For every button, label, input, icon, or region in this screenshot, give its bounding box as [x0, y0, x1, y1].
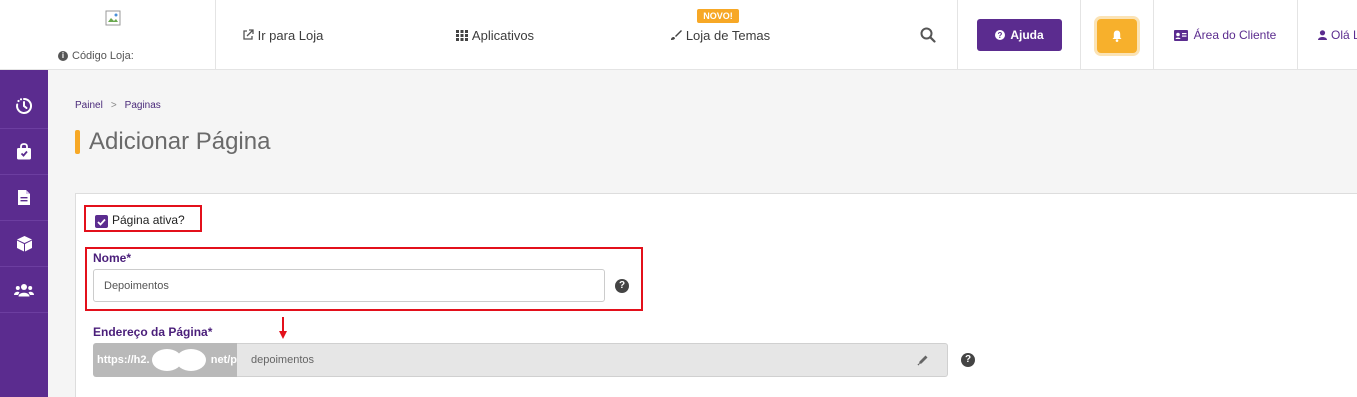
red-arrow-icon — [279, 317, 287, 339]
breadcrumb: Painel > Paginas — [75, 100, 161, 111]
bell-icon — [1112, 30, 1122, 42]
divider — [1153, 0, 1154, 70]
user-menu[interactable]: Olá L — [1318, 28, 1357, 42]
sidebar-item-products[interactable] — [0, 221, 48, 267]
box-icon — [16, 236, 32, 252]
store-code: i Código Loja: — [58, 50, 134, 62]
svg-text:?: ? — [998, 31, 1003, 40]
divider — [1080, 0, 1081, 70]
document-icon — [18, 190, 30, 205]
address-value: depoimentos — [251, 354, 314, 366]
breadcrumb-panel-link[interactable]: Painel — [75, 100, 103, 111]
name-input[interactable] — [93, 269, 605, 302]
notifications-button[interactable] — [1097, 19, 1137, 53]
store-code-label: Código Loja: — [72, 50, 134, 62]
app-root: i Código Loja: Ir para Loja Aplicativos … — [0, 0, 1357, 397]
address-prefix-start: https://h2. — [97, 354, 150, 366]
address-help-icon[interactable]: ? — [961, 353, 975, 367]
breadcrumb-pages-link[interactable]: Paginas — [125, 100, 161, 111]
external-link-icon — [242, 29, 254, 40]
divider — [957, 0, 958, 70]
client-area-label: Área do Cliente — [1193, 28, 1277, 42]
top-bar: i Código Loja: Ir para Loja Aplicativos … — [0, 0, 1357, 70]
divider — [1297, 0, 1298, 70]
go-to-store-link[interactable]: Ir para Loja — [215, 0, 350, 70]
apps-link[interactable]: Aplicativos — [425, 0, 565, 70]
sidebar-item-dashboard[interactable] — [0, 83, 48, 129]
name-field-label: Nome* — [93, 251, 132, 265]
address-input[interactable]: depoimentos — [237, 343, 948, 377]
paintbrush-icon — [670, 30, 682, 40]
shopping-bag-icon — [17, 143, 31, 160]
page-active-checkbox[interactable] — [95, 215, 108, 228]
help-button[interactable]: ? Ajuda — [977, 19, 1062, 51]
pencil-edit-icon[interactable] — [917, 354, 929, 366]
title-accent-bar — [75, 130, 80, 154]
user-greeting: Olá L — [1331, 28, 1357, 42]
client-area-link[interactable]: Área do Cliente — [1160, 0, 1290, 70]
sidebar-item-pages[interactable] — [0, 175, 48, 221]
go-to-store-label: Ir para Loja — [257, 27, 324, 43]
page-title: Adicionar Página — [89, 128, 271, 155]
sidebar-item-orders[interactable] — [0, 129, 48, 175]
address-field-label: Endereço da Página* — [93, 325, 213, 339]
dashboard-timer-icon — [16, 97, 33, 114]
info-icon: i — [58, 51, 68, 61]
search-button[interactable] — [900, 0, 955, 70]
checkmark-icon — [97, 218, 106, 226]
broken-image-icon — [105, 10, 121, 26]
address-prefix-end: net/p — [210, 354, 237, 366]
question-circle-icon: ? — [995, 30, 1006, 40]
sidebar — [0, 70, 48, 397]
store-logo-area[interactable]: i Código Loja: — [0, 0, 215, 70]
redaction-blob — [176, 349, 206, 371]
search-icon — [920, 27, 936, 43]
breadcrumb-separator: > — [110, 100, 117, 111]
user-icon — [1318, 30, 1327, 40]
name-help-icon[interactable]: ? — [615, 279, 629, 293]
page-active-label[interactable]: Página ativa? — [112, 213, 185, 227]
theme-store-label: Loja de Temas — [685, 27, 771, 43]
sidebar-item-customers[interactable] — [0, 267, 48, 313]
help-label: Ajuda — [1010, 28, 1044, 42]
grid-icon — [455, 29, 468, 41]
id-card-icon — [1173, 29, 1188, 41]
apps-label: Aplicativos — [471, 27, 535, 43]
users-icon — [14, 283, 34, 296]
theme-store-link[interactable]: Loja de Temas — [650, 0, 790, 70]
